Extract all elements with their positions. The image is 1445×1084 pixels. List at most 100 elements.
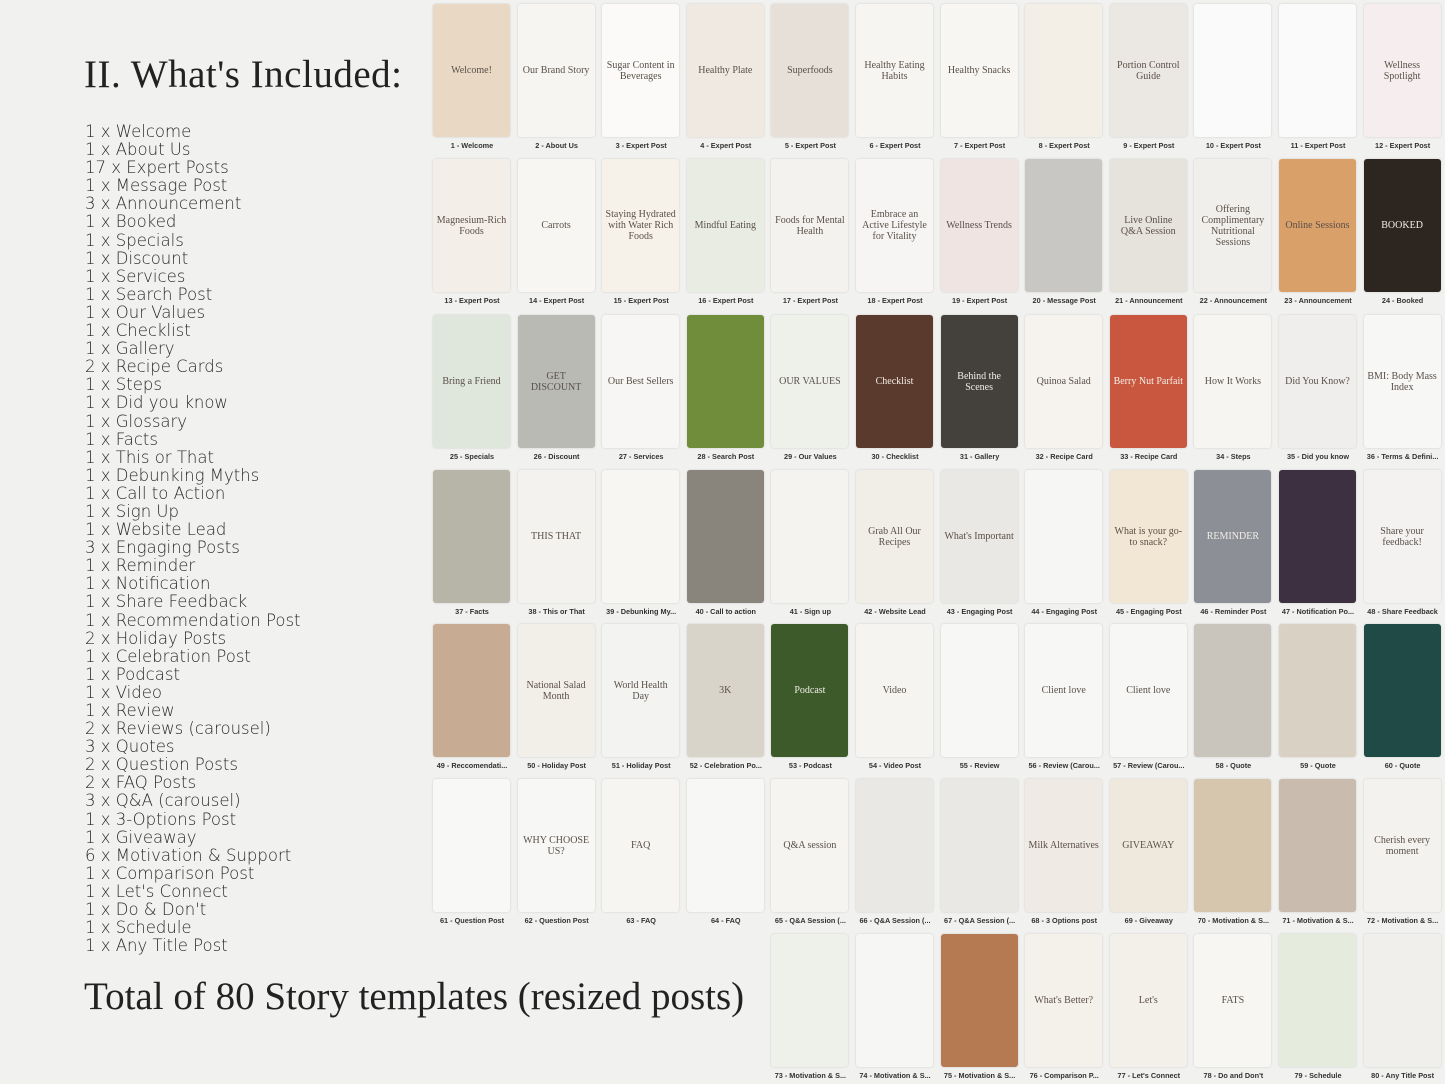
template-card[interactable]: 60 - Quote xyxy=(1361,622,1445,774)
template-thumbnail[interactable] xyxy=(686,315,764,448)
template-card[interactable]: OUR VALUES 29 - Our Values xyxy=(768,313,852,465)
template-card[interactable]: What is your go-to snack? 45 - Engaging P… xyxy=(1107,468,1191,620)
template-card[interactable]: REMINDER 46 - Reminder Post xyxy=(1191,468,1275,620)
template-card[interactable]: 75 - Motivation & S... xyxy=(938,932,1022,1084)
template-thumbnail[interactable]: BMI: Body Mass Index xyxy=(1363,315,1441,448)
template-thumbnail[interactable]: Video xyxy=(856,624,933,757)
template-card[interactable]: 28 - Search Post xyxy=(684,313,768,465)
template-thumbnail[interactable] xyxy=(433,779,510,912)
template-card[interactable]: What's Important 43 - Engaging Post xyxy=(938,468,1022,620)
template-thumbnail[interactable] xyxy=(686,470,764,603)
template-card[interactable]: 8 - Expert Post xyxy=(1022,2,1106,154)
template-card[interactable]: Video 54 - Video Post xyxy=(853,622,937,774)
template-thumbnail[interactable] xyxy=(1194,779,1272,912)
template-thumbnail[interactable]: Staying Hydrated with Water Rich Foods xyxy=(602,159,680,292)
template-card[interactable]: World Health Day 51 - Holiday Post xyxy=(599,622,683,774)
template-thumbnail[interactable]: GIVEAWAY xyxy=(1109,779,1187,912)
template-card[interactable]: 80 - Any Title Post xyxy=(1361,932,1445,1084)
template-thumbnail[interactable]: 3K xyxy=(686,624,764,757)
template-thumbnail[interactable] xyxy=(1025,4,1103,137)
template-card[interactable]: Client love 57 - Review (Carou... xyxy=(1107,622,1191,774)
template-thumbnail[interactable]: What's Better? xyxy=(1025,934,1103,1067)
template-card[interactable]: WHY CHOOSE US? 62 - Question Post xyxy=(515,777,599,929)
template-thumbnail[interactable] xyxy=(856,779,933,912)
template-thumbnail[interactable]: Bring a Friend xyxy=(433,315,510,448)
template-thumbnail[interactable] xyxy=(940,934,1018,1067)
template-card[interactable]: Magnesium-Rich Foods 13 - Expert Post xyxy=(430,157,514,309)
template-card[interactable]: Our Brand Story 2 - About Us xyxy=(515,2,599,154)
template-thumbnail[interactable]: Our Brand Story xyxy=(517,4,595,137)
template-thumbnail[interactable] xyxy=(1279,934,1356,1067)
template-thumbnail[interactable]: Q&A session xyxy=(771,779,849,912)
template-thumbnail[interactable]: Berry Nut Parfait xyxy=(1109,315,1187,448)
template-thumbnail[interactable] xyxy=(686,779,764,912)
template-card[interactable]: FAQ 63 - FAQ xyxy=(599,777,683,929)
template-card[interactable]: BOOKED 24 - Booked xyxy=(1361,157,1445,309)
template-thumbnail[interactable]: Did You Know? xyxy=(1279,315,1356,448)
template-thumbnail[interactable]: Grab All Our Recipes xyxy=(856,470,933,603)
template-card[interactable]: 70 - Motivation & S... xyxy=(1191,777,1275,929)
template-thumbnail[interactable]: Magnesium-Rich Foods xyxy=(433,159,510,292)
template-card[interactable]: Online Sessions 23 - Announcement xyxy=(1276,157,1360,309)
template-thumbnail[interactable]: Superfoods xyxy=(771,4,849,137)
template-card[interactable]: 39 - Debunking My... xyxy=(599,468,683,620)
template-card[interactable]: Bring a Friend 25 - Specials xyxy=(430,313,514,465)
template-card[interactable]: Mindful Eating 16 - Expert Post xyxy=(684,157,768,309)
template-card[interactable]: Superfoods 5 - Expert Post xyxy=(768,2,852,154)
template-thumbnail[interactable]: How It Works xyxy=(1194,315,1272,448)
template-card[interactable]: GIVEAWAY 69 - Giveaway xyxy=(1107,777,1191,929)
template-card[interactable]: 64 - FAQ xyxy=(684,777,768,929)
template-thumbnail[interactable]: Wellness Trends xyxy=(940,159,1018,292)
template-card[interactable]: Live Online Q&A Session 21 - Announcement xyxy=(1107,157,1191,309)
template-card[interactable]: 37 - Facts xyxy=(430,468,514,620)
template-card[interactable]: Welcome! 1 - Welcome xyxy=(430,2,514,154)
template-card[interactable]: Client love 56 - Review (Carou... xyxy=(1022,622,1106,774)
template-card[interactable]: Staying Hydrated with Water Rich Foods 15… xyxy=(599,157,683,309)
template-card[interactable]: Healthy Plate 4 - Expert Post xyxy=(684,2,768,154)
template-card[interactable]: 49 - Reccomendati... xyxy=(430,622,514,774)
template-thumbnail[interactable]: Healthy Plate xyxy=(686,4,764,137)
template-card[interactable]: Cherish every moment 72 - Motivation & S.… xyxy=(1361,777,1445,929)
template-thumbnail[interactable]: What's Important xyxy=(940,470,1018,603)
template-thumbnail[interactable]: What is your go-to snack? xyxy=(1109,470,1187,603)
template-thumbnail[interactable] xyxy=(1194,4,1272,137)
template-card[interactable]: Foods for Mental Health 17 - Expert Post xyxy=(768,157,852,309)
template-thumbnail[interactable] xyxy=(1025,470,1103,603)
template-thumbnail[interactable]: National Salad Month xyxy=(517,624,595,757)
template-thumbnail[interactable] xyxy=(771,934,849,1067)
template-card[interactable]: Berry Nut Parfait 33 - Recipe Card xyxy=(1107,313,1191,465)
template-thumbnail[interactable]: Our Best Sellers xyxy=(602,315,680,448)
template-thumbnail[interactable] xyxy=(1279,470,1356,603)
template-card[interactable]: Our Best Sellers 27 - Services xyxy=(599,313,683,465)
template-thumbnail[interactable]: Quinoa Salad xyxy=(1025,315,1103,448)
template-thumbnail[interactable]: Carrots xyxy=(517,159,595,292)
template-thumbnail[interactable]: Share your feedback! xyxy=(1363,470,1441,603)
template-thumbnail[interactable]: GET DISCOUNT xyxy=(517,315,595,448)
template-thumbnail[interactable]: Mindful Eating xyxy=(686,159,764,292)
template-card[interactable]: 66 - Q&A Session (... xyxy=(853,777,937,929)
template-card[interactable]: Did You Know? 35 - Did you know xyxy=(1276,313,1360,465)
template-thumbnail[interactable]: Offering Complimentary Nutritional Sessi… xyxy=(1194,159,1272,292)
template-card[interactable]: Milk Alternatives 68 - 3 Options post xyxy=(1022,777,1106,929)
template-thumbnail[interactable] xyxy=(433,624,510,757)
template-card[interactable]: 74 - Motivation & S... xyxy=(853,932,937,1084)
template-card[interactable]: BMI: Body Mass Index 36 - Terms & Defini.… xyxy=(1361,313,1445,465)
template-card[interactable]: FATS 78 - Do and Don't xyxy=(1191,932,1275,1084)
template-thumbnail[interactable]: Online Sessions xyxy=(1279,159,1356,292)
template-thumbnail[interactable]: Foods for Mental Health xyxy=(771,159,849,292)
template-thumbnail[interactable] xyxy=(856,934,933,1067)
template-thumbnail[interactable] xyxy=(1194,624,1272,757)
template-thumbnail[interactable]: FAQ xyxy=(602,779,680,912)
template-card[interactable]: Q&A session 65 - Q&A Session (... xyxy=(768,777,852,929)
template-card[interactable]: Healthy Snacks 7 - Expert Post xyxy=(938,2,1022,154)
template-card[interactable]: 71 - Motivation & S... xyxy=(1276,777,1360,929)
template-thumbnail[interactable] xyxy=(1363,934,1441,1067)
template-thumbnail[interactable]: Embrace an Active Lifestyle for Vitality xyxy=(856,159,933,292)
template-card[interactable]: 41 - Sign up xyxy=(768,468,852,620)
template-card[interactable]: Checklist 30 - Checklist xyxy=(853,313,937,465)
template-card[interactable]: 40 - Call to action xyxy=(684,468,768,620)
template-card[interactable]: Behind the Scenes 31 - Gallery xyxy=(938,313,1022,465)
template-thumbnail[interactable] xyxy=(1279,4,1356,137)
template-thumbnail[interactable]: Client love xyxy=(1025,624,1103,757)
template-thumbnail[interactable] xyxy=(1279,624,1356,757)
